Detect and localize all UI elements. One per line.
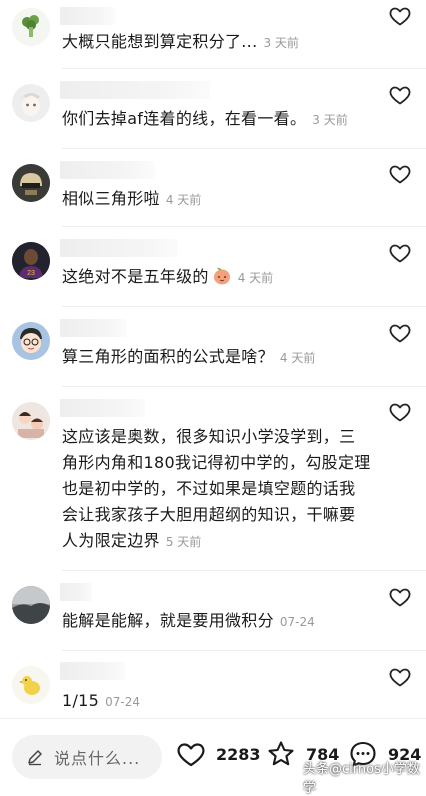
comment-text: 这应该是奥数，很多知识小学没学到，三 角形内角和180我记得初中学的，勾股定理 … — [62, 424, 372, 555]
comment-line: 角形内角和180我记得初中学的，勾股定理 — [62, 453, 371, 472]
like-button[interactable] — [388, 321, 412, 345]
heart-outline-icon — [389, 86, 411, 105]
comment-item: 算三角形的面积的公式是啥？ 4 天前 — [0, 306, 426, 386]
comment-content: 1/15 — [62, 691, 100, 710]
heart-outline-icon — [177, 743, 205, 767]
comment-item: 大概只能想到算定积分了... 3 天前 — [0, 0, 426, 68]
like-button[interactable] — [388, 665, 412, 689]
peach-emoji-icon — [213, 267, 230, 285]
heart-outline-icon — [389, 244, 411, 263]
anime-boy-avatar-icon — [12, 84, 50, 122]
heart-outline-icon — [389, 403, 411, 422]
comment-content: 你们去掉af连着的线，在看一看。 — [62, 109, 307, 128]
username-redacted — [60, 161, 155, 179]
comment-time: 5 天前 — [165, 535, 202, 549]
comment-content: 相似三角形啦 — [62, 189, 160, 208]
avatar[interactable] — [12, 84, 50, 122]
comment-time: 07-24 — [105, 695, 141, 709]
comment-content: 算三角形的面积的公式是啥？ — [62, 347, 274, 366]
comment-time: 07-24 — [279, 615, 315, 629]
comment-item: 23 这绝对不是五年级的 4 天前 — [0, 226, 426, 306]
comment-input-placeholder: 说点什么... — [54, 749, 141, 768]
comment-item: 这应该是奥数，很多知识小学没学到，三 角形内角和180我记得初中学的，勾股定理 … — [0, 386, 426, 570]
username-redacted — [60, 399, 145, 417]
comment-time: 4 天前 — [279, 351, 316, 365]
comment-line: 这应该是奥数，很多知识小学没学到，三 — [62, 427, 356, 446]
heart-outline-icon — [389, 668, 411, 687]
username-redacted — [60, 81, 210, 99]
like-button[interactable] — [388, 4, 412, 28]
landscape-avatar-icon — [12, 586, 50, 624]
like-button[interactable] — [388, 83, 412, 107]
avatar[interactable] — [12, 666, 50, 704]
duck-avatar-icon — [12, 666, 50, 704]
username-redacted — [60, 319, 126, 337]
comment-time: 4 天前 — [237, 271, 274, 285]
comment-time: 4 天前 — [165, 193, 202, 207]
like-button[interactable] — [388, 241, 412, 265]
username-redacted — [60, 239, 178, 257]
avatar[interactable] — [12, 164, 50, 202]
comment-time: 3 天前 — [312, 113, 348, 127]
comment-time: 3 天前 — [263, 36, 299, 50]
pencil-icon — [28, 750, 42, 766]
comment-item: 你们去掉af连着的线，在看一看。 3 天前 — [0, 68, 426, 148]
broccoli-avatar-icon — [12, 8, 50, 46]
like-button[interactable] — [388, 585, 412, 609]
comment-text: 大概只能想到算定积分了... 3 天前 — [62, 29, 372, 56]
basketball-player-avatar-icon: 23 — [12, 242, 50, 280]
comment-content: 这绝对不是五年级的 — [62, 267, 209, 286]
username-redacted — [60, 583, 92, 601]
comment-input[interactable]: 说点什么... — [12, 735, 162, 779]
heart-outline-icon — [389, 324, 411, 343]
watermark: 头条@cirnos小学数学 — [303, 762, 420, 796]
heart-outline-icon — [389, 588, 411, 607]
comment-item: 相似三角形啦 4 天前 — [0, 148, 426, 226]
cartoon-boy-avatar-icon — [12, 322, 50, 360]
comment-content: 大概只能想到算定积分了... — [62, 32, 258, 51]
avatar[interactable] — [12, 586, 50, 624]
comment-text: 你们去掉af连着的线，在看一看。 3 天前 — [62, 106, 372, 133]
comment-text: 算三角形的面积的公式是啥？ 4 天前 — [62, 344, 372, 371]
like-button[interactable] — [388, 162, 412, 186]
helmet-avatar-icon — [12, 164, 50, 202]
svg-text:23: 23 — [27, 270, 35, 277]
username-redacted — [60, 7, 115, 25]
avatar[interactable] — [12, 8, 50, 46]
like-action[interactable]: 2283 — [176, 739, 261, 769]
comment-text: 这绝对不是五年级的 4 天前 — [62, 264, 372, 291]
comment-item: 1/15 07-24 — [0, 650, 426, 718]
family-photo-avatar-icon — [12, 402, 50, 440]
avatar[interactable]: 23 — [12, 242, 50, 280]
comment-content: 能解是能解，就是要用微积分 — [62, 611, 274, 630]
comment-item: 能解是能解，就是要用微积分 07-24 — [0, 570, 426, 650]
comment-text: 相似三角形啦 4 天前 — [62, 186, 372, 213]
comment-line: 也是初中学的，不过如果是填空题的话我 — [62, 479, 356, 498]
comment-line: 人为限定边界 — [62, 531, 160, 550]
like-button[interactable] — [388, 400, 412, 424]
star-outline-icon — [268, 741, 294, 766]
comment-text: 1/15 07-24 — [62, 688, 372, 715]
like-count: 2283 — [216, 744, 261, 764]
avatar[interactable] — [12, 322, 50, 360]
avatar[interactable] — [12, 402, 50, 440]
username-redacted — [60, 662, 125, 680]
comment-line: 会让我家孩子大胆用超纲的知识，干嘛要 — [62, 505, 356, 524]
heart-outline-icon — [389, 165, 411, 184]
heart-outline-icon — [389, 7, 411, 26]
comment-text: 能解是能解，就是要用微积分 07-24 — [62, 608, 372, 635]
